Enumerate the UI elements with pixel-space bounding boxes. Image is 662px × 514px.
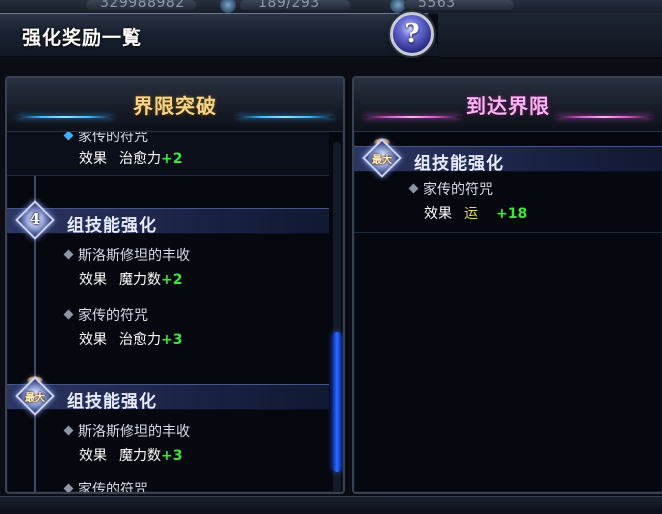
limit-reached-title: 到达界限 bbox=[466, 94, 550, 118]
limit-break-panel: 界限突破 家传的符咒 效果 治愈力+2 组技能强化 4 斯洛斯修坦的丰收 效果 … bbox=[5, 76, 345, 494]
rank-max-items: 斯洛斯修坦的丰收 效果 魔力数+3 家传的符咒 bbox=[7, 411, 329, 492]
limit-break-title: 界限突破 bbox=[133, 94, 217, 118]
reward-list[interactable]: 家传的符咒 效果 治愈力+2 组技能强化 4 斯洛斯修坦的丰收 效果 魔力数+2 家… bbox=[7, 132, 329, 492]
top-status-strip: 329988982 189/293 5563 bbox=[0, 0, 662, 14]
rank-4-items: 斯洛斯修坦的丰收 效果 魔力数+2 家传的符咒 效果 治愈力+3 bbox=[7, 235, 329, 355]
scrollbar[interactable] bbox=[333, 142, 341, 492]
window-header: 强化奖励一覧 bbox=[0, 13, 440, 57]
limit-reached-panel: 到达界限 组技能强化 最大 家传的符咒 效果运 +18 bbox=[352, 76, 662, 494]
limit-break-panel-header: 界限突破 bbox=[7, 78, 343, 132]
gem-count: 5563 bbox=[418, 0, 456, 11]
limit-reached-panel-header: 到达界限 bbox=[354, 78, 662, 132]
diamond-bullet-icon bbox=[63, 132, 74, 141]
header-glow-right bbox=[556, 116, 652, 118]
window-title: 强化奖励一覧 bbox=[22, 27, 143, 49]
item-name: 家传的符咒 bbox=[63, 479, 148, 492]
currency-value: 329988982 bbox=[100, 0, 185, 11]
header-tail bbox=[438, 13, 662, 57]
rank-header-4: 组技能强化 bbox=[7, 208, 329, 236]
rank-4-badge-icon: 4 bbox=[15, 200, 55, 240]
rank-max-badge-icon: 最大 bbox=[15, 376, 55, 416]
item-name: 家传的符咒 bbox=[63, 132, 148, 146]
rank-title: 组技能强化 bbox=[67, 392, 157, 412]
item-name: 家传的符咒 bbox=[408, 179, 493, 199]
effect-line: 效果 治愈力+2 bbox=[79, 151, 183, 167]
question-mark-icon: ? bbox=[404, 19, 420, 49]
list-item: 家传的符咒 效果 治愈力+2 bbox=[7, 132, 329, 176]
diamond-bullet-icon bbox=[63, 483, 74, 492]
stamina-icon bbox=[220, 0, 236, 13]
diamond-bullet-icon bbox=[63, 249, 74, 260]
diamond-bullet-icon bbox=[408, 183, 419, 194]
scrollbar-thumb[interactable] bbox=[333, 332, 341, 472]
effect-line: 效果 治愈力+3 bbox=[79, 332, 183, 348]
rank-header-max: 组技能强化 bbox=[7, 384, 329, 412]
item-name: 斯洛斯修坦的丰收 bbox=[63, 421, 190, 441]
item-name: 家传的符咒 bbox=[63, 305, 148, 325]
rank-title: 组技能强化 bbox=[414, 154, 504, 174]
diamond-bullet-icon bbox=[63, 425, 74, 436]
header-glow-right bbox=[237, 116, 333, 118]
item-name: 斯洛斯修坦的丰收 bbox=[63, 245, 190, 265]
rank-max-items: 家传的符咒 效果运 +18 bbox=[354, 173, 662, 233]
effect-line: 效果 魔力数+3 bbox=[79, 448, 183, 464]
effect-line: 效果 魔力数+2 bbox=[79, 272, 183, 288]
rank-max-badge-icon: 最大 bbox=[362, 138, 402, 178]
diamond-bullet-icon bbox=[63, 309, 74, 320]
stamina-counter: 189/293 bbox=[258, 0, 320, 11]
window-bottom-frame bbox=[0, 496, 662, 514]
help-button[interactable]: ? bbox=[390, 12, 434, 56]
rank-title: 组技能强化 bbox=[67, 216, 157, 236]
effect-line: 效果运 +18 bbox=[424, 206, 528, 222]
